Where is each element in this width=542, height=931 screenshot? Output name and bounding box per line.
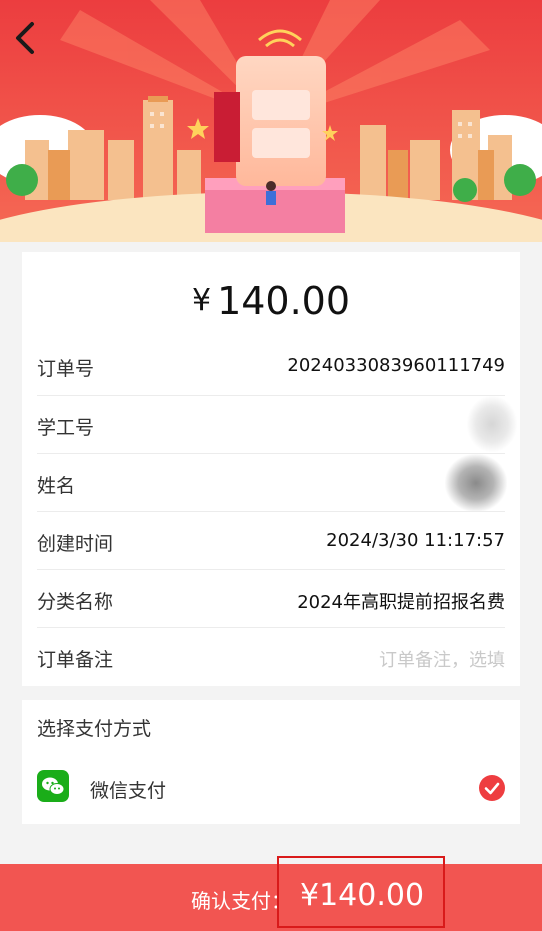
order-note-row[interactable]: 订单备注 订单备注，选填	[37, 627, 505, 686]
wechat-icon	[37, 770, 69, 802]
redacted-name	[445, 454, 507, 512]
confirm-payment-amount: ¥140.00	[300, 878, 425, 913]
category-row: 分类名称 2024年高职提前招报名费	[37, 569, 505, 628]
created-time-label: 创建时间	[37, 533, 114, 555]
order-note-input[interactable]: 订单备注，选填	[379, 646, 505, 672]
confirm-payment-label: 确认支付：	[191, 889, 291, 913]
back-button[interactable]	[6, 18, 42, 58]
category-value: 2024年高职提前招报名费	[297, 592, 505, 613]
currency-symbol: ¥	[191, 283, 212, 318]
category-label: 分类名称	[37, 591, 114, 613]
order-amount: ¥140.00	[22, 279, 520, 323]
banner-illustration	[0, 0, 542, 242]
chevron-left-icon	[16, 22, 34, 54]
redacted-student-id	[467, 396, 517, 452]
payment-method-card: 选择支付方式 微信支付	[22, 700, 520, 824]
created-time-row: 创建时间 2024/3/30 11:17:57	[37, 511, 505, 570]
order-note-label: 订单备注	[37, 649, 114, 671]
name-row: 姓名	[37, 453, 507, 512]
confirm-payment-button[interactable]: 确认支付： ¥140.00	[0, 864, 542, 931]
payment-method-title: 选择支付方式	[37, 718, 152, 740]
amount-value: 140.00	[217, 279, 351, 323]
student-id-row: 学工号	[37, 395, 517, 454]
student-id-label: 学工号	[37, 417, 95, 439]
order-details-card: ¥140.00 订单号 2024033083960111749 学工号 姓名 创…	[22, 252, 520, 686]
wechat-pay-option[interactable]: 微信支付	[90, 776, 166, 803]
order-number-row: 订单号 2024033083960111749	[37, 337, 505, 395]
order-number-value: 2024033083960111749	[287, 355, 505, 376]
order-number-label: 订单号	[37, 358, 95, 380]
name-label: 姓名	[37, 475, 76, 497]
created-time-value: 2024/3/30 11:17:57	[326, 530, 505, 551]
header-banner	[0, 0, 542, 242]
selected-check-icon[interactable]	[479, 775, 505, 801]
